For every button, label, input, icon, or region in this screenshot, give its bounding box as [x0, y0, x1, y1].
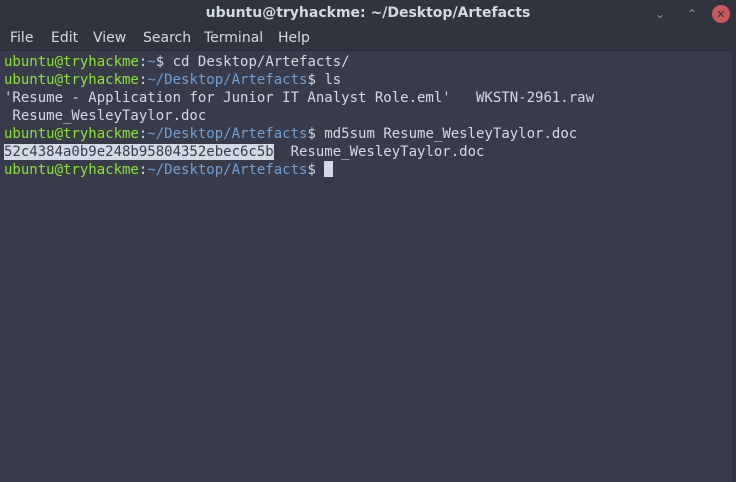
- menu-search[interactable]: Search: [143, 30, 191, 46]
- prompt-user-host: ubuntu@tryhackme: [4, 72, 139, 88]
- md5-output-line: 52c4384a0b9e248b95804352ebec6c5b Resume_…: [4, 143, 484, 161]
- maximize-icon[interactable]: ⌃: [682, 4, 702, 24]
- menu-help[interactable]: Help: [278, 30, 310, 46]
- minimize-icon[interactable]: ⌄: [650, 4, 670, 24]
- command-text: ls: [315, 72, 342, 88]
- terminal-line-5: ubuntu@tryhackme:~/Desktop/Artefacts$ md…: [4, 125, 577, 143]
- prompt-path: ~: [147, 54, 156, 70]
- command-text: md5sum Resume_WesleyTaylor.doc: [315, 126, 578, 142]
- menu-edit[interactable]: Edit: [51, 30, 78, 46]
- prompt-symbol: $: [307, 162, 316, 178]
- terminal-line-7: ubuntu@tryhackme:~/Desktop/Artefacts$: [4, 161, 334, 179]
- close-icon[interactable]: ✕: [712, 5, 730, 23]
- md5-hash-selected[interactable]: 52c4384a0b9e248b95804352ebec6c5b: [4, 144, 274, 160]
- prompt-symbol: $: [307, 126, 316, 142]
- window-title: ubuntu@tryhackme: ~/Desktop/Artefacts: [205, 5, 531, 21]
- prompt-path: ~/Desktop/Artefacts: [147, 162, 308, 178]
- prompt-symbol: $: [155, 54, 165, 70]
- prompt-path: ~/Desktop/Artefacts: [147, 126, 308, 142]
- terminal-line-1: ubuntu@tryhackme:~$ cd Desktop/Artefacts…: [4, 53, 350, 71]
- prompt-user-host: ubuntu@tryhackme: [4, 54, 139, 70]
- title-bar[interactable]: ubuntu@tryhackme: ~/Desktop/Artefacts ⌄ …: [0, 0, 736, 28]
- menu-bar: File Edit View Search Terminal Help: [0, 28, 736, 50]
- ls-output-line-1: 'Resume - Application for Junior IT Anal…: [4, 90, 595, 106]
- md5-filename: Resume_WesleyTaylor.doc: [273, 144, 485, 160]
- terminal-line-2: ubuntu@tryhackme:~/Desktop/Artefacts$ ls: [4, 71, 341, 89]
- prompt-user-host: ubuntu@tryhackme: [4, 162, 139, 178]
- ls-output-line-2: Resume_WesleyTaylor.doc: [4, 108, 207, 124]
- menu-terminal[interactable]: Terminal: [204, 30, 263, 46]
- prompt-path: ~/Desktop/Artefacts: [147, 72, 308, 88]
- scrollbar[interactable]: [732, 50, 736, 482]
- menu-file[interactable]: File: [10, 30, 33, 46]
- prompt-symbol: $: [307, 72, 316, 88]
- menu-view[interactable]: View: [93, 30, 126, 46]
- terminal-window: ubuntu@tryhackme: ~/Desktop/Artefacts ⌄ …: [0, 0, 736, 482]
- prompt-user-host: ubuntu@tryhackme: [4, 126, 139, 142]
- command-text: cd Desktop/Artefacts/: [164, 54, 350, 70]
- text-cursor[interactable]: [324, 161, 334, 177]
